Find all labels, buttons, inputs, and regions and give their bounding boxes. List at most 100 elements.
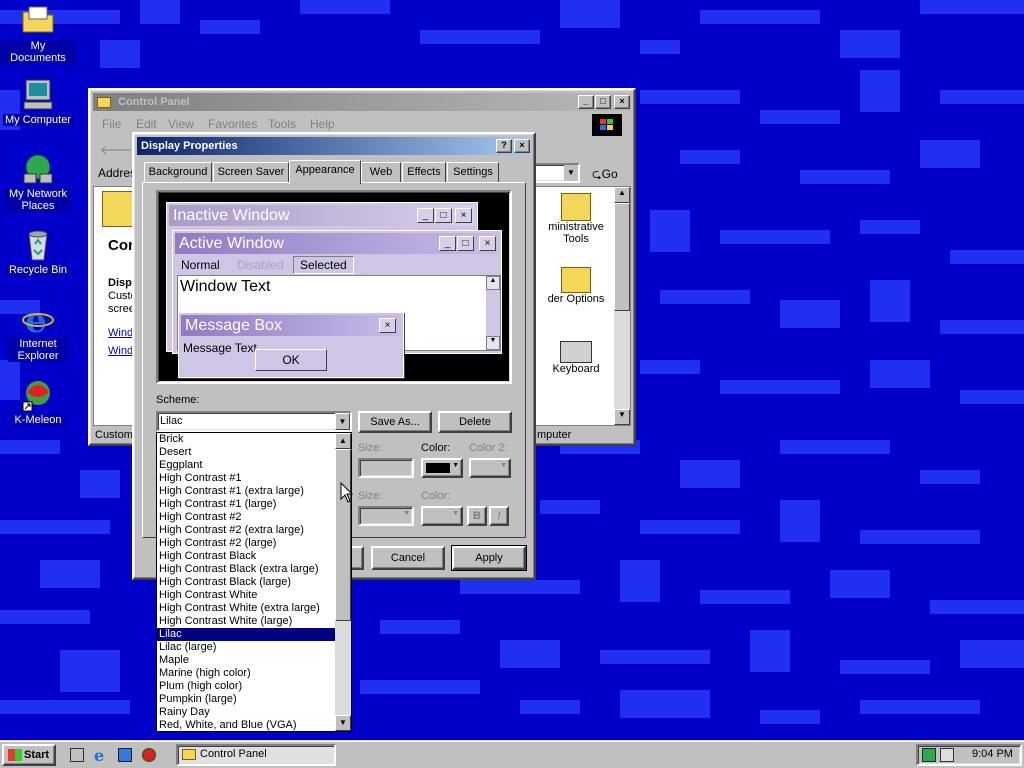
internet-explorer-icon[interactable]: e [94,746,104,765]
list-item[interactable]: High Contrast White (extra large) [157,602,335,615]
maximize-button[interactable]: □ [595,95,611,109]
list-item[interactable]: High Contrast Black (large) [157,576,335,589]
help-button[interactable]: ? [496,139,512,153]
list-item[interactable]: Rainy Day [157,706,335,719]
list-item[interactable]: High Contrast #2 [157,511,335,524]
chevron-down-icon[interactable]: ▼ [335,413,350,430]
address-label: Addres [98,166,137,180]
item-color2-button[interactable]: ▼ [469,458,511,478]
list-item[interactable]: Marine (high color) [157,667,335,680]
font-size-select[interactable]: ▼ [358,506,414,526]
folder-icon [21,4,55,38]
preview-scrollbar: ▲ ▼ [486,276,500,350]
start-button[interactable]: Start [2,744,56,766]
italic-button[interactable]: I [489,506,509,526]
menu-file[interactable]: File [102,117,121,131]
list-item[interactable]: High Contrast #2 (large) [157,537,335,550]
preview-menu-normal: Normal [181,258,220,272]
folder-icon [182,749,196,760]
taskbar-button-control-panel[interactable]: Control Panel [176,744,336,766]
minimize-icon: _ [417,208,434,223]
list-item[interactable]: Desert [157,446,335,459]
list-item[interactable]: Maple [157,654,335,667]
desktop-icon-label: Recycle Bin [6,264,70,276]
list-item[interactable]: Brick [157,433,335,446]
list-item[interactable]: Eggplant [157,459,335,472]
preview-menu-disabled: Disabled [237,258,284,272]
list-item[interactable]: High Contrast White [157,589,335,602]
go-button[interactable]: ⮎Go [592,165,618,186]
desktop-icon-my-documents[interactable]: My Documents [0,4,76,64]
list-item[interactable]: High Contrast #1 (extra large) [157,485,335,498]
cp-item-administrative-tools[interactable]: ministrative Tools [540,193,612,245]
chevron-down-icon: ▼ [500,462,507,469]
close-button[interactable]: × [514,139,530,153]
menu-help[interactable]: Help [310,117,335,131]
list-item[interactable]: High Contrast #1 [157,472,335,485]
control-panel-titlebar[interactable]: Control Panel [93,93,631,111]
list-item[interactable]: High Contrast #1 (large) [157,498,335,511]
minimize-button[interactable]: _ [578,95,594,109]
menu-view[interactable]: View [168,117,194,131]
list-item[interactable]: Red, White, and Blue (VGA) [157,719,335,731]
close-button[interactable]: × [614,95,630,109]
side-link[interactable]: Wind [108,327,133,339]
menu-favorites[interactable]: Favorites [208,117,257,131]
desktop-icon-my-network-places[interactable]: My Network Places [0,152,76,212]
tab-background[interactable]: Background [144,162,212,182]
item-color-button[interactable]: ▼ [421,458,463,478]
windows-flag-icon [8,749,22,762]
scroll-thumb[interactable] [335,449,351,621]
volume-tray-icon[interactable] [940,748,954,762]
cp-item-folder-options[interactable]: der Options [540,267,612,305]
tab-effects[interactable]: Effects [402,162,446,182]
font-color-button[interactable]: ▼ [421,506,463,526]
bold-button[interactable]: B [467,506,487,526]
side-link[interactable]: Wind [108,345,133,357]
list-item[interactable]: High Contrast Black (extra large) [157,563,335,576]
tab-web[interactable]: Web [361,162,401,182]
save-as-button[interactable]: Save As... [358,411,432,433]
list-item[interactable]: Lilac (large) [157,641,335,654]
scheme-dropdown-list[interactable]: Brick Desert Eggplant High Contrast #1 High … [156,432,352,732]
svg-text:e: e [25,302,47,336]
address-bar[interactable]: ▼ [532,163,580,183]
chevron-down-icon: ▼ [452,510,459,517]
k-meleon-icon [21,378,55,412]
list-scrollbar[interactable]: ▲ ▼ [335,433,351,731]
show-desktop-icon[interactable] [70,748,84,762]
scroll-down-button[interactable]: ▼ [335,715,351,731]
scroll-up-button[interactable]: ▲ [335,433,351,449]
desktop-icon-recycle-bin[interactable]: Recycle Bin [0,228,76,276]
outlook-icon[interactable] [118,748,132,762]
tab-settings[interactable]: Settings [447,162,499,182]
delete-button[interactable]: Delete [438,411,512,433]
scheme-select[interactable]: Lilac ▼ [156,411,352,432]
list-item[interactable]: Lilac [157,628,335,641]
minimize-icon: _ [439,236,456,251]
cp-item-label: ministrative Tools [548,221,604,245]
desktop-icon-internet-explorer[interactable]: e Internet Explorer [0,301,76,362]
tab-appearance[interactable]: Appearance [289,160,361,184]
menu-edit[interactable]: Edit [136,117,157,131]
k-meleon-icon[interactable] [142,748,156,762]
tab-screen-saver[interactable]: Screen Saver [213,162,289,182]
cancel-button[interactable]: Cancel [371,546,445,570]
clock[interactable]: 9:04 PM [972,748,1013,760]
chevron-down-icon[interactable]: ▼ [564,165,578,181]
apply-button[interactable]: Apply [451,545,527,571]
list-item[interactable]: Pumpkin (large) [157,693,335,706]
desktop-icon-my-computer[interactable]: My Computer [0,78,76,126]
system-tray: 9:04 PM [916,744,1022,766]
item-size-spinner[interactable] [358,458,414,478]
list-item[interactable]: Plum (high color) [157,680,335,693]
menu-tools[interactable]: Tools [268,117,296,131]
display-properties-titlebar[interactable]: Display Properties [137,137,531,155]
list-item[interactable]: High Contrast White (large) [157,615,335,628]
network-tray-icon[interactable] [922,748,936,762]
list-item[interactable]: High Contrast #2 (extra large) [157,524,335,537]
desktop-icon-k-meleon[interactable]: K-Meleon [0,378,76,426]
list-item[interactable]: High Contrast Black [157,550,335,563]
cp-item-keyboard[interactable]: Keyboard [540,341,612,375]
content-scrollbar[interactable]: ▲ ▼ [614,187,630,425]
